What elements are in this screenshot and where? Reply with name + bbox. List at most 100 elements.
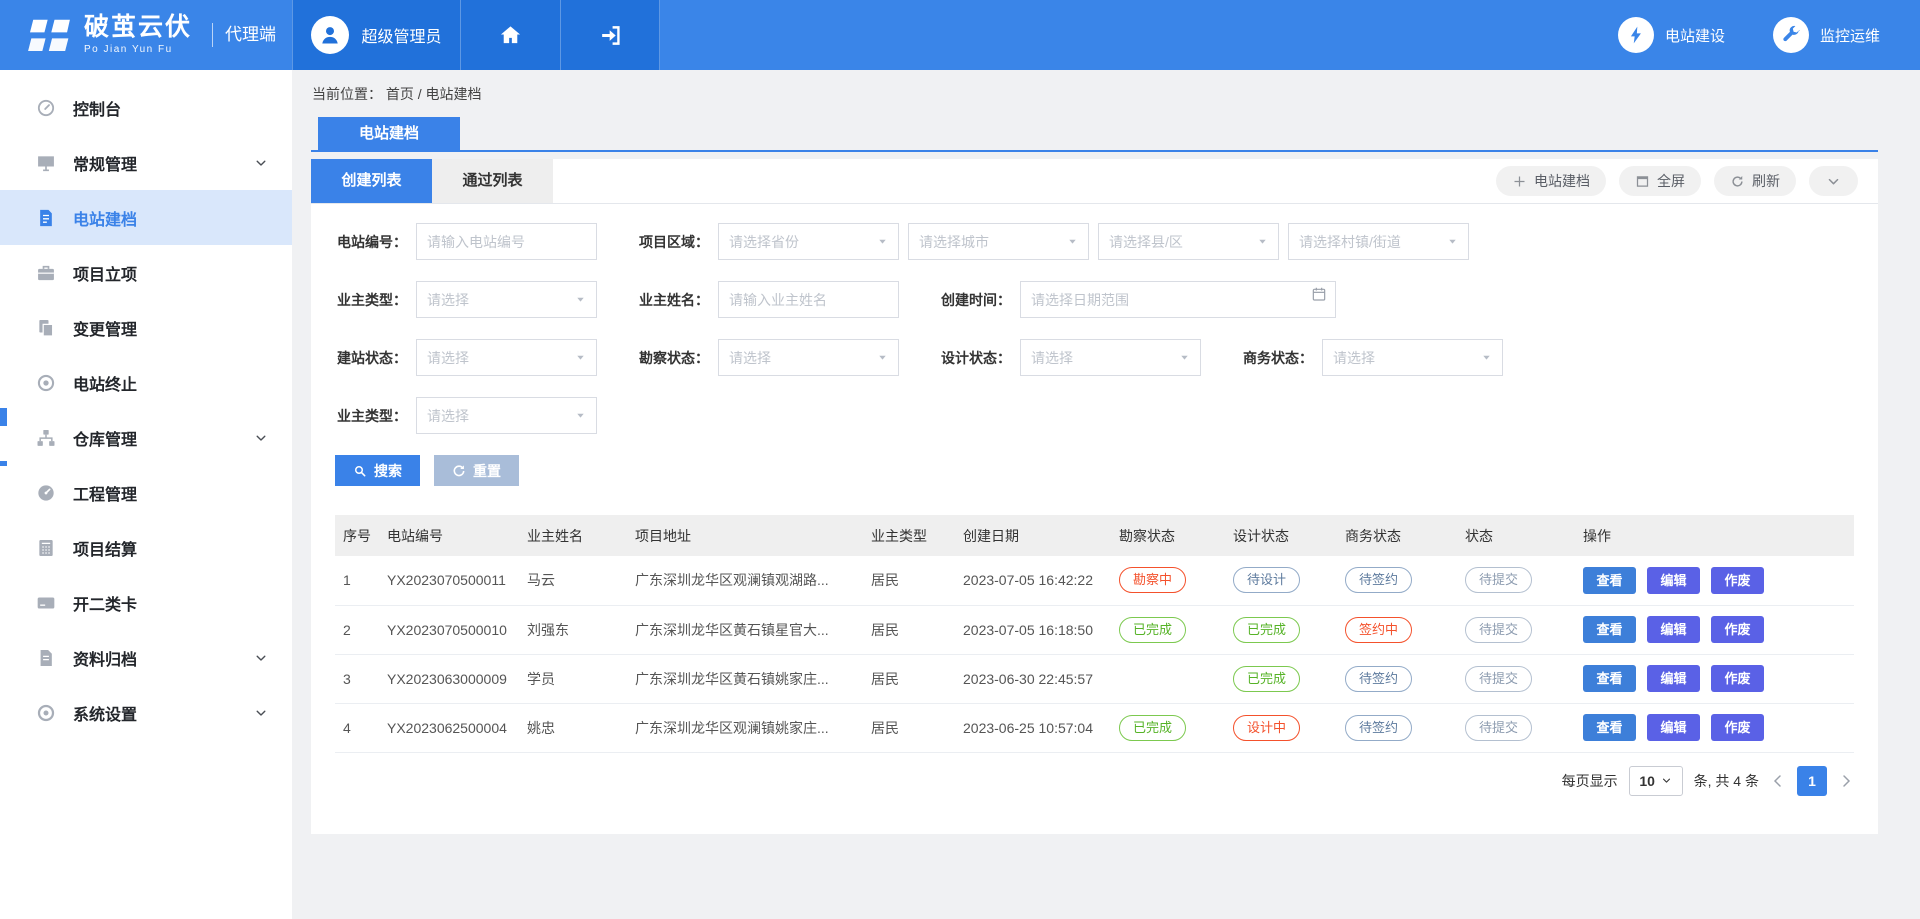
fullscreen-icon	[1635, 174, 1650, 189]
topnav-monitoring-ops[interactable]: 监控运维	[1773, 17, 1880, 53]
sidebar-scrollbar-thumb[interactable]	[0, 408, 7, 426]
edit-button[interactable]: 编辑	[1647, 616, 1700, 643]
design-status-cell: 设计中	[1225, 703, 1337, 752]
city-select[interactable]: 请选择城市	[908, 223, 1089, 260]
county-select[interactable]: 请选择县/区	[1098, 223, 1279, 260]
create-time-range[interactable]: 请选择日期范围	[1020, 281, 1336, 318]
sidebar-item-label: 工程管理	[73, 481, 268, 505]
business-status-select[interactable]: 请选择	[1322, 339, 1503, 376]
build-status-select[interactable]: 请选择	[416, 339, 597, 376]
search-button[interactable]: 搜索	[335, 455, 420, 486]
sidebar-item-change-management[interactable]: 变更管理	[0, 300, 292, 355]
survey-status-select[interactable]: 请选择	[718, 339, 899, 376]
edit-button[interactable]: 编辑	[1647, 567, 1700, 594]
survey-status-cell: 勘察中	[1111, 556, 1225, 605]
void-button[interactable]: 作废	[1711, 665, 1764, 692]
status-badge: 待提交	[1465, 715, 1532, 741]
reset-button[interactable]: 重置	[434, 455, 519, 486]
station-code-input[interactable]: 请输入电站编号	[416, 223, 597, 260]
column-header: 设计状态	[1225, 515, 1337, 556]
void-button[interactable]: 作废	[1711, 567, 1764, 594]
fullscreen-button[interactable]: 全屏	[1619, 166, 1701, 196]
actions-cell: 查看编辑作废	[1575, 703, 1854, 752]
village-select[interactable]: 请选择村镇/街道	[1288, 223, 1469, 260]
page-tabbar: 电站建档	[311, 117, 1878, 152]
collapse-button[interactable]	[1809, 166, 1858, 196]
row-index: 1	[335, 556, 379, 605]
sidebar-item-second-class-card[interactable]: 开二类卡	[0, 575, 292, 630]
sidebar-item-label: 变更管理	[73, 316, 268, 340]
next-page-button[interactable]	[1838, 773, 1854, 789]
per-page-select[interactable]: 10	[1629, 766, 1683, 796]
page-number-1[interactable]: 1	[1797, 766, 1827, 796]
placeholder-text: 请选择省份	[729, 232, 871, 252]
sidebar-item-station-archive[interactable]: 电站建档	[0, 190, 292, 245]
topbar-nav: 电站建设 监控运维	[1618, 0, 1920, 70]
brand-logo-icon	[26, 16, 72, 54]
design-status-select[interactable]: 请选择	[1020, 339, 1201, 376]
placeholder-text: 请选择日期范围	[1031, 290, 1325, 310]
prev-page-button[interactable]	[1770, 773, 1786, 789]
create-station-button[interactable]: 电站建档	[1496, 166, 1606, 196]
owner-type-select[interactable]: 请选择	[416, 281, 597, 318]
view-button[interactable]: 查看	[1583, 665, 1636, 692]
breadcrumb-path[interactable]: 首页 / 电站建档	[386, 86, 482, 102]
tab-passed-list[interactable]: 通过列表	[432, 159, 553, 203]
owner-name-input[interactable]: 请输入业主姓名	[718, 281, 899, 318]
view-button[interactable]: 查看	[1583, 567, 1636, 594]
breadcrumb-label: 当前位置：	[312, 86, 382, 102]
column-header: 业主类型	[863, 515, 955, 556]
owner-name: 马云	[519, 556, 627, 605]
view-button[interactable]: 查看	[1583, 616, 1636, 643]
placeholder-text: 请选择	[1031, 348, 1173, 368]
column-header: 状态	[1457, 515, 1575, 556]
sidebar-item-console[interactable]: 控制台	[0, 80, 292, 135]
caret-down-icon	[877, 236, 888, 247]
edit-button[interactable]: 编辑	[1647, 714, 1700, 741]
station-code: YX2023070500011	[379, 556, 519, 605]
filter-label: 业主类型：	[335, 406, 407, 426]
per-page-value: 10	[1639, 773, 1655, 789]
sidebar-item-engineering-management[interactable]: 工程管理	[0, 465, 292, 520]
gauge-icon	[36, 483, 56, 503]
row-index: 3	[335, 654, 379, 703]
province-select[interactable]: 请选择省份	[718, 223, 899, 260]
plus-icon	[1512, 174, 1527, 189]
portal-label: 代理端	[212, 23, 276, 47]
topnav-label: 电站建设	[1665, 25, 1725, 46]
edit-button[interactable]: 编辑	[1647, 665, 1700, 692]
void-button[interactable]: 作废	[1711, 714, 1764, 741]
refresh-button[interactable]: 刷新	[1714, 166, 1796, 196]
design-status-cell: 待设计	[1225, 556, 1337, 605]
sidebar-item-project-settlement[interactable]: 项目结算	[0, 520, 292, 575]
project-address: 广东深圳龙华区黄石镇姚家庄...	[627, 654, 863, 703]
status-badge: 待提交	[1465, 617, 1532, 643]
sidebar-item-general-management[interactable]: 常规管理	[0, 135, 292, 190]
page-tab-station-archive[interactable]: 电站建档	[318, 117, 460, 150]
reset-label: 重置	[473, 461, 501, 481]
topnav-station-construction[interactable]: 电站建设	[1618, 17, 1725, 53]
station-code: YX2023063000009	[379, 654, 519, 703]
sidebar-item-project-initiation[interactable]: 项目立项	[0, 245, 292, 300]
logout-button[interactable]	[560, 0, 660, 70]
sidebar-item-warehouse-management[interactable]: 仓库管理	[0, 410, 292, 465]
view-button[interactable]: 查看	[1583, 714, 1636, 741]
void-button[interactable]: 作废	[1711, 616, 1764, 643]
brand: 破茧云伏 Po Jian Yun Fu 代理端	[0, 0, 292, 70]
filter-label: 商务状态：	[1241, 348, 1313, 368]
user-menu[interactable]: 超级管理员	[292, 0, 460, 70]
briefcase-icon	[36, 263, 56, 283]
owner-type-select-2[interactable]: 请选择	[416, 397, 597, 434]
file-icon	[36, 648, 56, 668]
document-icon	[36, 208, 56, 228]
sidebar-item-data-archive[interactable]: 资料归档	[0, 630, 292, 685]
status-status-cell: 待提交	[1457, 556, 1575, 605]
chevron-down-icon	[254, 651, 268, 665]
tab-create-list[interactable]: 创建列表	[311, 159, 432, 203]
placeholder-text: 请输入业主姓名	[729, 290, 888, 310]
home-button[interactable]	[460, 0, 560, 70]
sidebar-item-system-settings[interactable]: 系统设置	[0, 685, 292, 740]
created-date: 2023-07-05 16:42:22	[955, 556, 1111, 605]
status-status-cell: 待提交	[1457, 703, 1575, 752]
sidebar-item-station-termination[interactable]: 电站终止	[0, 355, 292, 410]
